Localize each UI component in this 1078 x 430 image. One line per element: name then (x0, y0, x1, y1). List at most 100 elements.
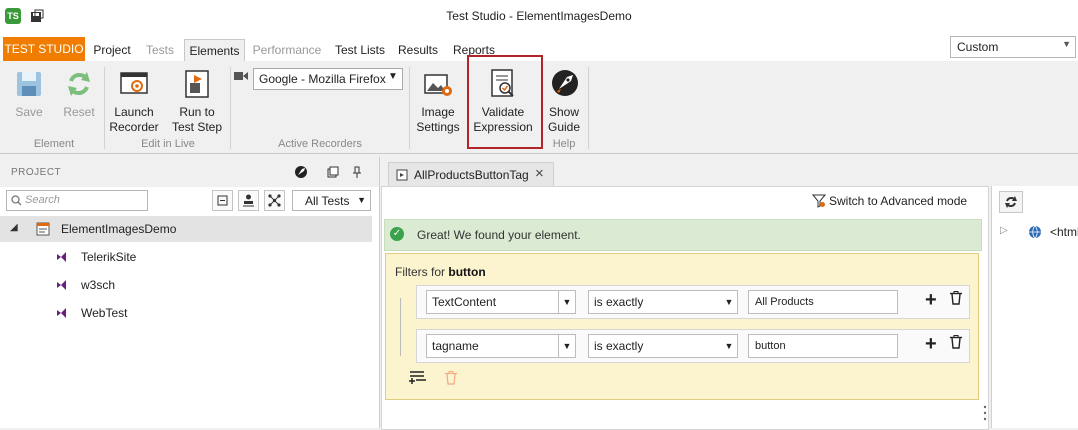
advanced-mode-label: Switch to Advanced mode (829, 194, 968, 208)
operator-select[interactable]: is exactly ▼ (588, 290, 738, 314)
tab-tests[interactable]: Tests (140, 39, 180, 61)
expand-arrow-icon[interactable]: ◢ (10, 222, 18, 233)
project-panel: PROJECT Search All Tests ▼ ◢ ElementImag… (0, 157, 380, 428)
tree-item-w3sch[interactable]: w3sch (0, 274, 372, 296)
project-search-input[interactable]: Search (6, 190, 148, 211)
nodes-icon (268, 194, 281, 207)
save-label: Save (15, 105, 43, 119)
chevron-down-icon: ▼ (724, 341, 734, 351)
collapse-all-button[interactable] (212, 190, 233, 211)
tree-item-teleriksite[interactable]: TelerikSite (0, 246, 372, 268)
tab-test-studio[interactable]: TEST STUDIO (3, 37, 85, 61)
project-panel-title: PROJECT (11, 167, 62, 178)
success-message: Great! We found your element. (417, 228, 581, 242)
person-icon (243, 194, 254, 207)
group-label-element: Element (33, 138, 75, 150)
image-settings-button[interactable]: Image Settings (412, 67, 464, 135)
chevron-down-icon: ▼ (558, 335, 575, 357)
filters-element: button (448, 265, 486, 279)
add-filter-icon[interactable]: + (925, 289, 937, 312)
group-label-edit-live: Edit in Live (141, 138, 195, 150)
layout-select[interactable]: Custom ▼ (950, 36, 1076, 58)
add-filter-icon[interactable]: + (925, 333, 937, 356)
layout-select-value: Custom (957, 40, 999, 54)
rocket-icon[interactable] (294, 165, 308, 179)
expand-arrow-icon[interactable]: ▷ (1000, 225, 1008, 236)
image-settings-label: Image Settings (416, 105, 460, 134)
chevron-down-icon: ▼ (724, 297, 734, 307)
refresh-button[interactable] (999, 191, 1023, 213)
reset-button[interactable]: Reset (58, 67, 100, 120)
tab-allproductsbuttontag[interactable]: AllProductsButtonTag × (388, 162, 554, 188)
test-filter-value: All Tests (305, 194, 350, 208)
tab-test-lists[interactable]: Test Lists (331, 39, 389, 61)
tree-root[interactable]: ◢ ElementImagesDemo (0, 216, 372, 242)
globe-icon (1029, 225, 1041, 239)
sort-button[interactable] (238, 190, 259, 211)
dom-node-html[interactable]: <html (1050, 225, 1078, 239)
search-placeholder: Search (25, 194, 60, 206)
show-guide-button[interactable]: Show Guide (542, 67, 586, 135)
tab-elements[interactable]: Elements (184, 39, 245, 63)
attribute-select[interactable]: tagname ▼ (426, 334, 576, 358)
run-to-step-icon (180, 67, 214, 101)
reset-icon (62, 67, 96, 101)
trash-icon (445, 371, 457, 385)
filters-title: Filters for button (395, 265, 486, 279)
filter-row: tagname ▼ is exactly ▼ button + (416, 329, 970, 363)
save-button[interactable]: Save (8, 67, 50, 120)
collapse-icon (217, 195, 228, 206)
close-icon[interactable]: × (535, 165, 544, 182)
advanced-mode-link[interactable]: Switch to Advanced mode (811, 194, 968, 208)
run-to-test-step-label: Run to Test Step (171, 105, 223, 134)
element-icon (396, 169, 408, 181)
title-bar: TS Test Studio - ElementImagesDemo (0, 0, 1078, 36)
tab-results[interactable]: Results (395, 39, 441, 61)
launch-recorder-button[interactable]: Launch Recorder (108, 67, 160, 135)
search-icon (11, 195, 22, 206)
group-label-active-recorders: Active Recorders (278, 138, 362, 150)
filter-value: All Products (755, 296, 814, 308)
browser-select[interactable]: Google - Mozilla Firefox ▼ (253, 68, 403, 90)
attribute-value: TextContent (432, 295, 497, 309)
group-divider (104, 67, 105, 149)
filter-connector (400, 298, 402, 356)
filter-value-input[interactable]: All Products (748, 290, 898, 314)
recorder-icon (117, 67, 151, 101)
tab-project[interactable]: Project (88, 39, 136, 61)
chevron-down-icon: ▼ (1062, 39, 1071, 49)
camera-icon (234, 72, 248, 80)
dependencies-button[interactable] (264, 190, 285, 211)
pin-icon[interactable] (352, 166, 362, 178)
trash-icon[interactable] (950, 291, 962, 305)
refresh-icon (1005, 196, 1017, 208)
test-filter-select[interactable]: All Tests ▼ (292, 190, 371, 211)
attribute-select[interactable]: TextContent ▼ (426, 290, 576, 314)
group-divider (230, 67, 231, 149)
filters-panel: Filters for button TextContent ▼ is exac… (385, 253, 979, 400)
operator-value: is exactly (594, 295, 644, 309)
highlight-box (467, 55, 543, 149)
float-window-icon[interactable] (327, 166, 339, 178)
attribute-value: tagname (432, 339, 479, 353)
group-divider (588, 67, 589, 149)
test-icon (57, 308, 66, 318)
test-icon (57, 280, 66, 290)
tree-item-label: TelerikSite (81, 250, 137, 264)
tab-performance[interactable]: Performance (248, 39, 326, 61)
operator-value: is exactly (594, 339, 644, 353)
image-settings-icon (421, 67, 455, 101)
rocket-icon (547, 67, 581, 101)
operator-select[interactable]: is exactly ▼ (588, 334, 738, 358)
group-divider (409, 67, 410, 149)
show-guide-label: Show Guide (547, 105, 581, 134)
splitter-grip[interactable] (983, 404, 987, 424)
trash-icon[interactable] (950, 335, 962, 349)
chevron-down-icon: ▼ (387, 71, 399, 82)
add-group-icon[interactable] (408, 369, 428, 385)
window-title: Test Studio - ElementImagesDemo (446, 9, 632, 23)
tree-item-webtest[interactable]: WebTest (0, 302, 372, 324)
run-to-test-step-button[interactable]: Run to Test Step (168, 67, 226, 135)
filter-value-input[interactable]: button (748, 334, 898, 358)
reset-label: Reset (63, 105, 95, 119)
